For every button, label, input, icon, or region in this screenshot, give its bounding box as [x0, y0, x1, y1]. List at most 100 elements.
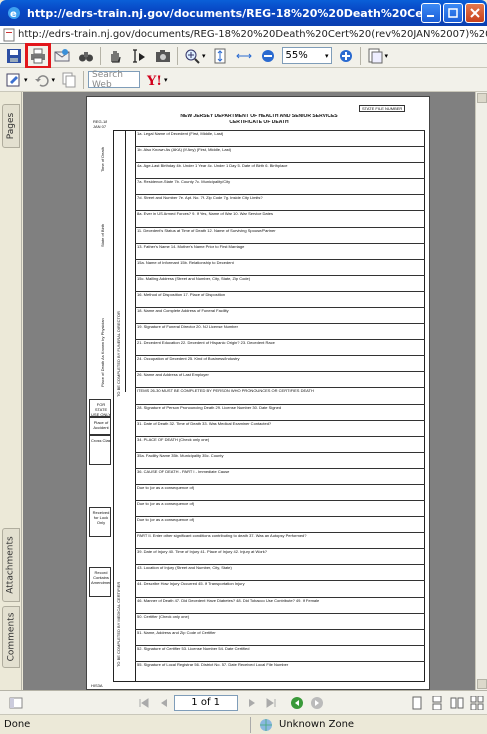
status-divider [250, 716, 251, 733]
side-label-medical-certifier: TO BE COMPLETED BY MEDICAL CERTIFIER [116, 581, 121, 667]
navigation-sidebar: Pages Attachments Comments [0, 92, 22, 690]
last-page-icon [266, 697, 276, 708]
sign-button[interactable] [4, 70, 24, 90]
zoom-level-field[interactable]: 55% ▾ [281, 47, 332, 64]
form-field-label: 11. Decedent's Status at Time of Death 1… [137, 227, 276, 233]
form-field-label: 46. Manner of Death 47. Did Decedent Hav… [137, 597, 320, 603]
form-field-label: PART II. Enter other significant conditi… [137, 533, 307, 539]
search-web-input[interactable]: Search Web [88, 70, 141, 90]
first-page-button[interactable] [134, 693, 154, 713]
title-bar: e http://edrs-train.nj.gov/documents/REG… [0, 0, 487, 26]
chevron-down-icon[interactable]: ▾ [385, 52, 389, 60]
next-page-button[interactable] [242, 693, 262, 713]
tab-attachments[interactable]: Attachments [2, 528, 20, 602]
form-field-label: 44. Describe How Injury Occurred 45. If … [137, 581, 245, 587]
continuous-view-button[interactable] [427, 693, 447, 713]
hand-icon [111, 50, 121, 63]
undo-button[interactable] [32, 70, 52, 90]
state-file-number-label: STATE FILE NUMBER [359, 105, 406, 112]
fit-width-button[interactable] [234, 46, 254, 66]
printer-icon [31, 48, 45, 63]
address-bar[interactable]: http://edrs-train.nj.gov/documents/REG-1… [0, 26, 487, 44]
page-layout-button[interactable] [365, 46, 385, 66]
zoom-out-button[interactable] [258, 46, 278, 66]
go-forward-button[interactable] [307, 693, 327, 713]
url-text[interactable]: http://edrs-train.nj.gov/documents/REG-1… [16, 29, 487, 40]
scroll-up-arrow[interactable] [477, 93, 487, 103]
time-of-death-label: Time of Death [100, 147, 105, 172]
text-cursor-icon [133, 48, 145, 63]
form-field-label: 24. Occupation of Decedent 25. Kind of B… [137, 356, 240, 362]
email-icon [54, 48, 70, 61]
form-field-label: 16. Method of Disposition 17. Place of D… [137, 291, 226, 297]
tab-pages[interactable]: Pages [2, 104, 20, 148]
vertical-scrollbar[interactable] [475, 92, 487, 690]
form-field-label: 26. Name and Address of Last Employer [137, 372, 209, 378]
page-number-field[interactable]: 1 of 1 [173, 694, 238, 711]
security-zone: Unknown Zone [279, 719, 355, 730]
yahoo-button[interactable]: Y! [144, 70, 164, 90]
form-field-label: Due to (or as a consequence of) [137, 501, 195, 507]
side-label-funeral-director: TO BE COMPLETED BY FUNERAL DIRECTOR [116, 311, 121, 397]
tab-attachments-label: Attachments [6, 536, 17, 594]
zoom-in-button[interactable] [182, 46, 202, 66]
print-button[interactable] [25, 42, 51, 69]
status-text: Done [4, 719, 31, 730]
chevron-down-icon[interactable]: ▾ [24, 76, 28, 84]
select-text-button[interactable] [129, 46, 149, 66]
next-page-icon [248, 698, 255, 707]
facing-pages-icon [450, 697, 464, 708]
save-button[interactable] [4, 46, 24, 66]
globe-icon [260, 718, 272, 731]
snapshot-button[interactable] [153, 46, 173, 66]
zoom-in-plus-button[interactable] [336, 46, 356, 66]
binoculars-icon [79, 51, 93, 61]
chevron-down-icon[interactable]: ▾ [52, 76, 56, 84]
continuous-facing-icon [470, 695, 484, 710]
go-back-button[interactable] [287, 693, 307, 713]
previous-page-icon [160, 698, 167, 707]
form-field-label: 13. Father's Name 14. Mother's Name Prio… [137, 243, 245, 249]
form-field-label: 28. Signature of Person Pronouncing Deat… [137, 404, 282, 410]
single-page-view-button[interactable] [407, 693, 427, 713]
form-field-label: 52. Signature of Certifier 53. License N… [137, 645, 250, 651]
pdf-toolbar-secondary: ▾ ▾ Search Web Y! ▾ [0, 68, 487, 92]
page-indicator-text: 1 of 1 [191, 697, 221, 708]
toolbar-separator [359, 46, 361, 65]
search-button[interactable] [76, 46, 96, 66]
fit-page-button[interactable] [210, 46, 230, 66]
chevron-down-icon[interactable]: ▾ [202, 52, 206, 60]
facing-view-button[interactable] [447, 693, 467, 713]
continuous-page-icon [432, 695, 442, 710]
form-field-label: 31. Date of Death 32. Time of Death 33. … [137, 420, 272, 426]
form-field-label: 51. Name, Address and Zip Code of Certif… [137, 629, 216, 635]
chevron-down-icon[interactable]: ▾ [325, 52, 331, 60]
document-view[interactable]: REG-18 JAN 07 STATE FILE NUMBER NEW JERS… [23, 92, 475, 690]
zoom-level-value: 55% [285, 50, 308, 61]
form-field-label: 35a. Facility Name 35b. Municipality 35c… [137, 452, 224, 458]
chevron-down-icon[interactable]: ▾ [164, 76, 168, 84]
page-layout-icon [368, 48, 383, 63]
minimize-button[interactable] [421, 3, 441, 23]
hide-panel-button[interactable] [6, 693, 26, 713]
continuous-facing-view-button[interactable] [467, 693, 487, 713]
close-button[interactable] [465, 3, 485, 23]
form-field-label: 19. Signature of Funeral Director 20. NJ… [137, 324, 238, 330]
yahoo-icon: Y! [146, 74, 162, 88]
hand-tool-button[interactable] [105, 46, 125, 66]
previous-page-button[interactable] [154, 693, 174, 713]
form-field-label: 36. CAUSE OF DEATH - PART I - Immediate … [137, 468, 230, 474]
panel-icon [9, 697, 23, 708]
toolbar-separator [177, 46, 178, 65]
maximize-button[interactable] [443, 3, 463, 23]
copy-button[interactable] [59, 70, 79, 90]
scroll-down-arrow[interactable] [477, 679, 487, 689]
last-page-button[interactable] [261, 693, 281, 713]
certificate-title: CERTIFICATE OF DEATH [229, 120, 289, 125]
tab-comments[interactable]: Comments [2, 606, 20, 668]
form-field-label: 4a. Age-Last Birthday 4b. Under 1 Year 4… [137, 163, 288, 169]
email-button[interactable] [52, 46, 72, 66]
form-field-label: 18. Name and Complete Address of Funeral… [137, 307, 229, 313]
form-field-label: 1a. Legal Name of Decedent (First, Middl… [137, 131, 224, 136]
form-field-label: Due to (or as a consequence of) [137, 517, 195, 523]
